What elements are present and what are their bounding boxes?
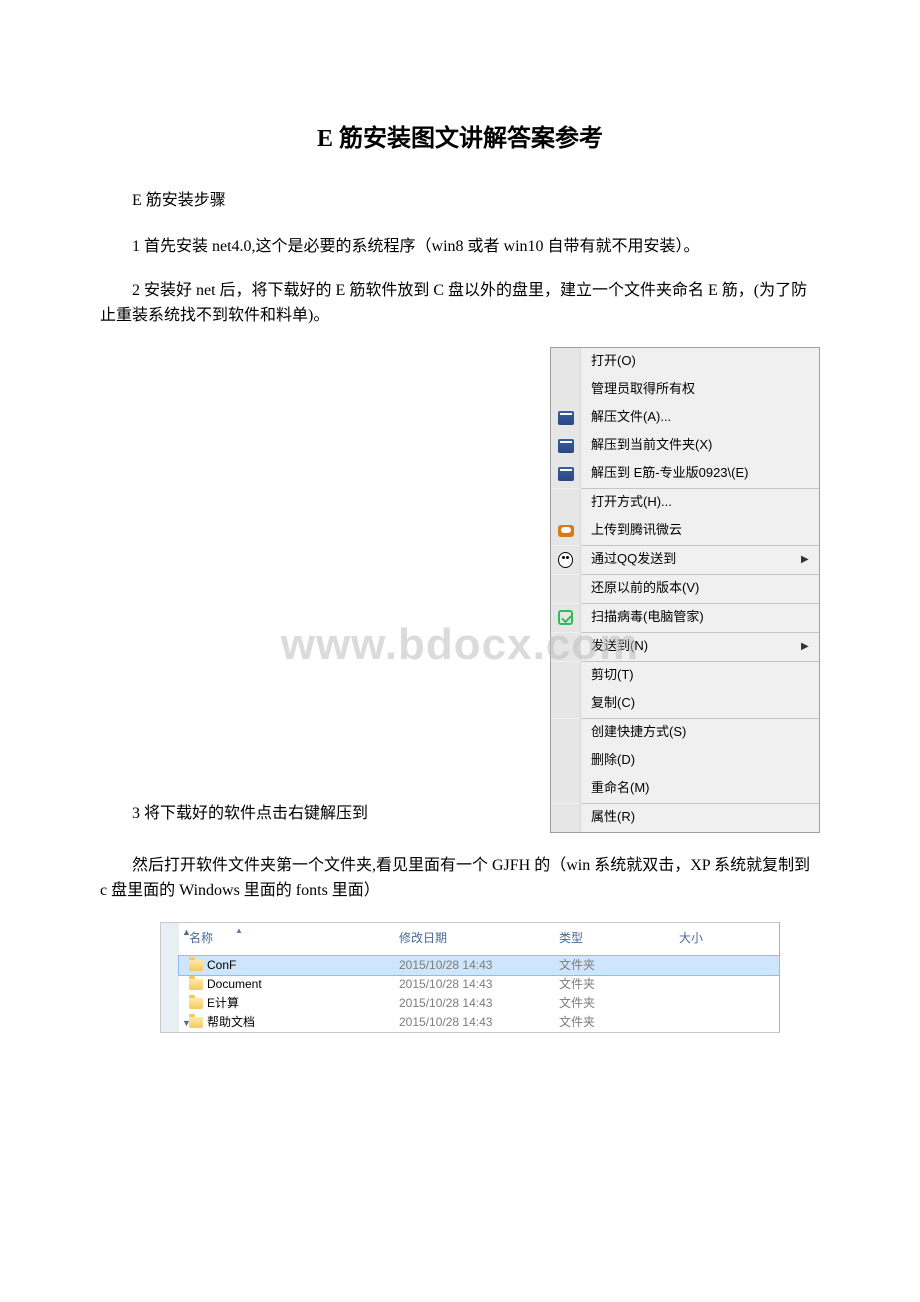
document-title: E 筋安装图文讲解答案参考 [100, 120, 820, 158]
folder-icon [189, 979, 203, 990]
menu-extract-a[interactable]: 解压文件(A)... [551, 404, 819, 432]
step-4: 然后打开软件文件夹第一个文件夹,看见里面有一个 GJFH 的（win 系统就双击… [100, 853, 820, 904]
col-type-header[interactable]: 类型 [559, 929, 679, 948]
menu-extract-x[interactable]: 解压到当前文件夹(X) [551, 432, 819, 460]
col-size-header[interactable]: 大小 [679, 929, 771, 948]
menu-qq-send[interactable]: 通过QQ发送到▶ [551, 546, 819, 574]
menu-upload-weiyun[interactable]: 上传到腾讯微云 [551, 517, 819, 545]
shield-icon [558, 610, 573, 625]
folder-icon [189, 998, 203, 1009]
archive-icon [558, 467, 574, 481]
menu-restore[interactable]: 还原以前的版本(V) [551, 575, 819, 603]
archive-icon [558, 439, 574, 453]
menu-shortcut[interactable]: 创建快捷方式(S) [551, 719, 819, 747]
menu-copy[interactable]: 复制(C) [551, 690, 819, 718]
col-date-header[interactable]: 修改日期 [399, 929, 559, 948]
file-row[interactable]: ConF 2015/10/28 14:43 文件夹 [179, 956, 779, 975]
file-row[interactable]: E计算 2015/10/28 14:43 文件夹 [179, 994, 779, 1013]
context-menu: 打开(O) 管理员取得所有权 解压文件(A)... 解压到当前文件夹(X) 解压… [550, 347, 820, 833]
menu-scan[interactable]: 扫描病毒(电脑管家) [551, 604, 819, 632]
col-name-header[interactable]: ▲名称 [189, 929, 399, 948]
submenu-arrow-icon: ▶ [801, 552, 819, 568]
folder-icon [189, 960, 203, 971]
menu-admin[interactable]: 管理员取得所有权 [551, 376, 819, 404]
menu-cut[interactable]: 剪切(T) [551, 662, 819, 690]
menu-send-to[interactable]: 发送到(N)▶ [551, 633, 819, 661]
file-row[interactable]: 帮助文档 2015/10/28 14:43 文件夹 [179, 1013, 779, 1032]
menu-open[interactable]: 打开(O) [551, 348, 819, 376]
submenu-arrow-icon: ▶ [801, 639, 819, 655]
step-3-label: 3 将下载好的软件点击右键解压到 [100, 801, 368, 833]
menu-delete[interactable]: 删除(D) [551, 747, 819, 775]
menu-properties[interactable]: 属性(R) [551, 804, 819, 832]
menu-extract-e[interactable]: 解压到 E筋-专业版0923\(E) [551, 460, 819, 488]
sort-asc-icon: ▲ [235, 925, 243, 938]
explorer-header: ▲名称 修改日期 类型 大小 [179, 923, 779, 956]
file-explorer: ▲ ▼ ▲名称 修改日期 类型 大小 ConF 2015/10/28 14:43… [160, 922, 780, 1033]
step-1: 1 首先安装 net4.0,这个是必要的系统程序（win8 或者 win10 自… [100, 234, 820, 260]
cloud-icon [558, 525, 574, 537]
step-2: 2 安装好 net 后，将下载好的 E 筋软件放到 C 盘以外的盘里，建立一个文… [100, 278, 820, 329]
folder-icon [189, 1017, 203, 1028]
subtitle: E 筋安装步骤 [100, 188, 820, 214]
file-row[interactable]: Document 2015/10/28 14:43 文件夹 [179, 975, 779, 994]
menu-rename[interactable]: 重命名(M) [551, 775, 819, 803]
qq-icon [558, 552, 573, 568]
archive-icon [558, 411, 574, 425]
menu-open-with[interactable]: 打开方式(H)... [551, 489, 819, 517]
